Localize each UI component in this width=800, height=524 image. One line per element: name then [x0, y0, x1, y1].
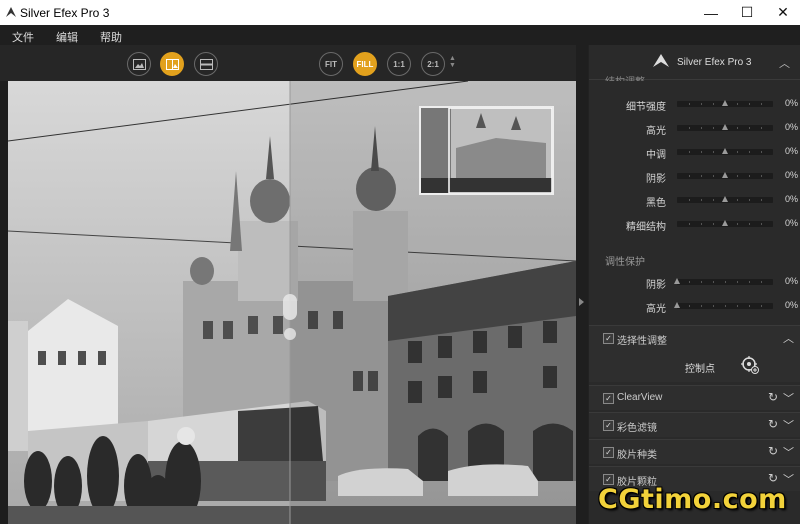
detail-slider-5: 精细结构 0%	[589, 213, 800, 235]
adjustments-panel: Silver Efex Pro 3 ︿ 结构调整 细节强度0%高光0%中调0%阴…	[589, 45, 800, 524]
section-label: 胶片种类	[617, 450, 657, 461]
section-彩色滤镜[interactable]: ✓ 彩色滤镜 ↻ ﹀	[589, 412, 800, 437]
tone-protect-slider-0-label: 阴影	[646, 280, 666, 291]
maximize-button[interactable]: ☐	[730, 0, 764, 25]
menu-edit[interactable]: 编辑	[56, 29, 78, 45]
section-label: ClearView	[617, 392, 663, 403]
chevron-down-icon[interactable]: ﹀	[783, 417, 794, 433]
selective-adjust-label: 选择性调整	[617, 336, 667, 347]
toolbar	[0, 45, 585, 81]
split-divider-handle[interactable]	[283, 294, 297, 320]
zoom-fill-button[interactable]: FILL	[353, 52, 377, 76]
navigator-loupe[interactable]	[419, 106, 554, 195]
menu-help[interactable]: 帮助	[100, 29, 122, 45]
section-胶片种类[interactable]: ✓ 胶片种类 ↻ ﹀	[589, 439, 800, 464]
detail-slider-1-label: 高光	[646, 126, 666, 137]
reset-icon[interactable]: ↻	[768, 390, 778, 404]
section-label: 彩色滤镜	[617, 423, 657, 434]
window-title: Silver Efex Pro 3	[20, 6, 110, 20]
single-view-button[interactable]	[127, 52, 151, 76]
selective-adjust-checkbox[interactable]: ✓	[603, 333, 614, 344]
detail-slider-3: 阴影 0%	[589, 165, 800, 187]
nik-logo-icon	[653, 54, 669, 67]
detail-slider-4-label: 黑色	[646, 198, 666, 209]
zoom-fit-button[interactable]: FIT	[319, 52, 343, 76]
control-point-label: 控制点	[685, 364, 715, 375]
detail-slider-5-thumb[interactable]	[722, 220, 728, 226]
detail-slider-4-thumb[interactable]	[722, 196, 728, 202]
split-view-button[interactable]	[160, 52, 184, 76]
watermark-text: CGtimo.com	[598, 484, 787, 515]
chevron-down-icon[interactable]: ﹀	[783, 444, 794, 460]
close-button[interactable]: ✕	[766, 0, 800, 25]
detail-slider-1-thumb[interactable]	[722, 124, 728, 130]
detail-slider-4-value: 0%	[784, 194, 798, 204]
section-checkbox[interactable]: ✓	[603, 447, 614, 458]
detail-slider-5-label: 精细结构	[626, 222, 666, 233]
section-title-structure: 结构调整	[605, 73, 645, 81]
section-checkbox[interactable]: ✓	[603, 420, 614, 431]
zoom-2to1-button[interactable]: 2:1	[421, 52, 445, 76]
tone-protect-slider-1: 高光 0%	[589, 295, 800, 317]
image-preview[interactable]	[8, 81, 576, 524]
section-checkbox[interactable]: ✓	[603, 393, 614, 404]
tone-protect-slider-1-thumb[interactable]	[674, 302, 680, 308]
tone-protect-slider-1-track[interactable]	[677, 303, 773, 309]
zoom-1to1-button[interactable]: 1:1	[387, 52, 411, 76]
section-clearview[interactable]: ✓ ClearView ↻ ﹀	[589, 385, 800, 410]
detail-slider-1: 高光 0%	[589, 117, 800, 139]
left-panel-collapsed[interactable]	[0, 81, 8, 524]
detail-slider-0-thumb[interactable]	[722, 100, 728, 106]
detail-slider-4: 黑色 0%	[589, 189, 800, 211]
zoom-stepper-icon[interactable]: ▲ ▼	[449, 55, 456, 69]
single-view-icon	[132, 58, 146, 70]
tone-protect-slider-1-value: 0%	[784, 300, 798, 310]
detail-slider-0: 细节强度 0%	[589, 93, 800, 115]
reset-icon[interactable]: ↻	[768, 417, 778, 431]
title-bar: Silver Efex Pro 3 — ☐ ✕	[0, 0, 800, 25]
detail-slider-5-value: 0%	[784, 218, 798, 228]
tone-protect-slider-1-label: 高光	[646, 304, 666, 315]
side-by-side-view-button[interactable]	[194, 52, 218, 76]
panel-brand-title: Silver Efex Pro 3	[677, 57, 752, 68]
add-control-point-icon[interactable]	[741, 356, 759, 374]
tone-protect-slider-0: 阴影 0%	[589, 271, 800, 293]
selective-adjust-section: ✓ 选择性调整 ︿ 控制点	[589, 325, 800, 382]
detail-slider-0-label: 细节强度	[626, 102, 666, 113]
menu-file[interactable]: 文件	[12, 29, 34, 45]
split-swap-icon[interactable]	[284, 328, 296, 340]
detail-slider-1-value: 0%	[784, 122, 798, 132]
tone-protect-title: 调性保护	[605, 257, 645, 268]
detail-slider-3-label: 阴影	[646, 174, 666, 185]
reset-icon[interactable]: ↻	[768, 444, 778, 458]
collapse-panel-icon[interactable]	[579, 298, 584, 306]
side-by-side-view-icon	[199, 58, 213, 70]
section-collapse-icon[interactable]: ︿	[783, 330, 794, 346]
tone-protect-slider-0-track[interactable]	[677, 279, 773, 285]
detail-slider-0-value: 0%	[784, 98, 798, 108]
tone-protect-slider-0-thumb[interactable]	[674, 278, 680, 284]
chevron-down-icon[interactable]: ﹀	[783, 390, 794, 406]
tone-protect-slider-0-value: 0%	[784, 276, 798, 286]
app-icon	[6, 7, 16, 17]
detail-slider-2: 中调 0%	[589, 141, 800, 163]
split-view-icon	[165, 58, 179, 70]
panel-divider[interactable]	[576, 45, 588, 524]
minimize-button[interactable]: —	[694, 0, 728, 25]
detail-slider-2-label: 中调	[646, 150, 666, 161]
detail-slider-2-thumb[interactable]	[722, 148, 728, 154]
panel-collapse-icon[interactable]: ︿	[779, 55, 790, 71]
menu-bar: 文件 编辑 帮助	[0, 25, 800, 45]
detail-slider-3-value: 0%	[784, 170, 798, 180]
detail-slider-3-thumb[interactable]	[722, 172, 728, 178]
detail-slider-2-value: 0%	[784, 146, 798, 156]
navigator-thumbnail	[421, 108, 552, 193]
reset-icon[interactable]: ↻	[768, 471, 778, 485]
